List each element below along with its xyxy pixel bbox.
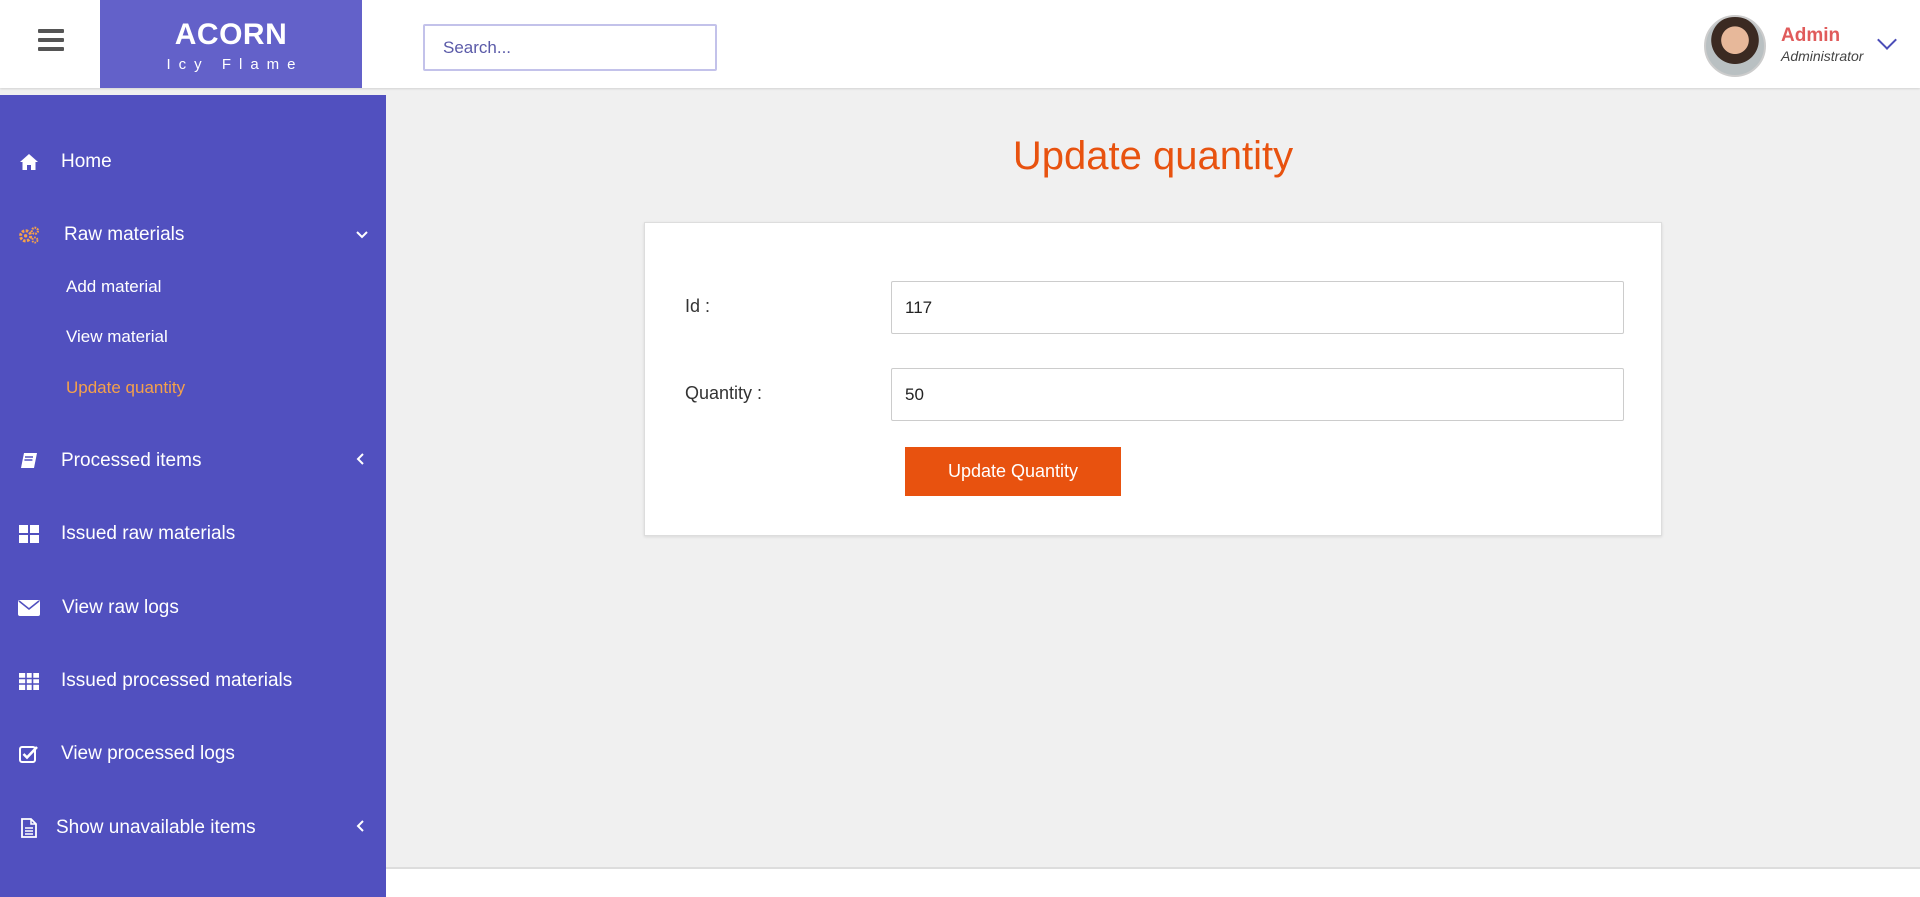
sidebar-item-label: Raw materials — [64, 224, 185, 245]
chevron-left-icon — [356, 452, 364, 470]
footer — [386, 867, 1920, 897]
checkbox-icon — [18, 743, 40, 765]
brand-tagline: Icy Flame — [166, 56, 304, 73]
page-title: Update quantity — [1012, 134, 1294, 178]
update-quantity-button[interactable]: Update Quantity — [905, 447, 1121, 496]
update-quantity-form: Id : Quantity : Update Quantity — [644, 222, 1662, 536]
grid-icon — [18, 523, 40, 545]
quantity-label: Quantity : — [685, 383, 763, 403]
sidebar: Home Raw materials Add material View mat… — [0, 95, 386, 897]
book-icon — [18, 450, 40, 472]
sidebar-subitem-view-material[interactable]: View material — [66, 327, 168, 347]
sidebar-item-home[interactable]: Home — [0, 140, 386, 184]
sidebar-item-label: Issued processed materials — [61, 670, 293, 691]
user-role: Administrator — [1781, 48, 1864, 64]
top-header: ACORN Icy Flame Admin Administrator — [0, 0, 1920, 88]
brand-name: ACORN — [174, 18, 288, 51]
sidebar-subitem-add-material[interactable]: Add material — [66, 277, 161, 297]
sidebar-item-issued-raw-materials[interactable]: Issued raw materials — [0, 512, 386, 556]
menu-toggle-icon[interactable] — [38, 29, 64, 53]
sidebar-item-label: View processed logs — [61, 743, 235, 764]
sidebar-item-show-unavailable-items[interactable]: Show unavailable items — [0, 806, 386, 850]
chevron-left-icon — [356, 819, 364, 837]
user-name[interactable]: Admin — [1781, 25, 1840, 47]
sidebar-subitem-update-quantity[interactable]: Update quantity — [66, 378, 185, 398]
home-icon — [18, 151, 40, 173]
sidebar-item-processed-items[interactable]: Processed items — [0, 439, 386, 483]
sidebar-item-raw-materials[interactable]: Raw materials — [0, 213, 386, 257]
sidebar-item-label: Issued raw materials — [61, 523, 236, 544]
sidebar-item-view-raw-logs[interactable]: View raw logs — [0, 586, 386, 630]
id-field[interactable] — [891, 281, 1624, 334]
chevron-down-icon — [356, 226, 368, 244]
id-label: Id : — [685, 296, 711, 316]
sidebar-item-label: Show unavailable items — [56, 817, 256, 838]
search-input[interactable] — [423, 24, 717, 71]
brand-logo[interactable]: ACORN Icy Flame — [100, 0, 362, 88]
quantity-field[interactable] — [891, 368, 1624, 421]
chevron-down-icon[interactable] — [1877, 30, 1897, 50]
sidebar-item-label: Home — [61, 151, 112, 172]
avatar[interactable] — [1704, 15, 1766, 77]
sidebar-item-issued-processed-materials[interactable]: Issued processed materials — [0, 659, 386, 703]
sidebar-item-label: View raw logs — [62, 597, 179, 618]
sidebar-item-label: Processed items — [61, 450, 202, 471]
sidebar-item-view-processed-logs[interactable]: View processed logs — [0, 732, 386, 776]
gears-icon — [18, 224, 40, 246]
document-icon — [18, 817, 40, 839]
envelope-icon — [18, 597, 40, 619]
table-icon — [18, 670, 40, 692]
